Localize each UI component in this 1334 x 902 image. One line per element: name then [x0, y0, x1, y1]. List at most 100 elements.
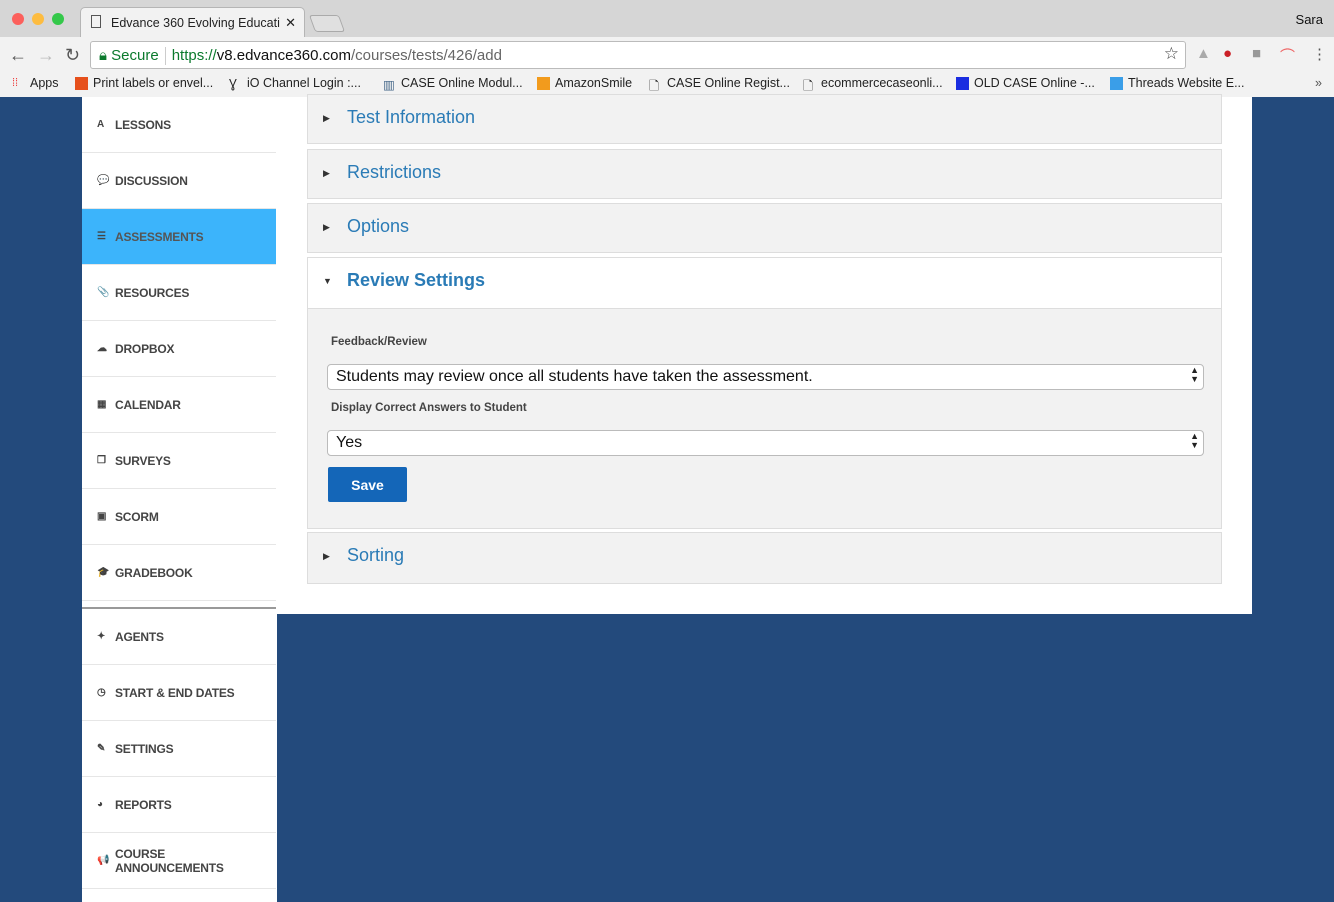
expand-icon: ▶ — [323, 168, 330, 179]
sidebar-icon: 💬 — [97, 175, 115, 186]
bookmark-apps[interactable]: ⁞⁞Apps — [12, 76, 59, 90]
more-bookmarks-icon[interactable]: » — [1315, 76, 1322, 90]
sidebar-item-label: DISCUSSION — [115, 174, 188, 188]
lock-icon: 🔒︎ — [99, 47, 107, 64]
panel-title: Restrictions — [347, 162, 441, 183]
select-arrows-icon: ▲▼ — [1190, 366, 1199, 384]
extension-icon[interactable]: ■ — [1252, 45, 1261, 62]
select-arrows-icon: ▲▼ — [1190, 432, 1199, 450]
sidebar-item-label: AGENTS — [115, 630, 164, 644]
sidebar-item-label: RESOURCES — [115, 286, 189, 300]
browser-chrome: Edvance 360 Evolving Educati ✕ Sara ← → … — [0, 0, 1334, 97]
panel-title: Sorting — [347, 545, 404, 566]
profile-name[interactable]: Sara — [1296, 12, 1323, 27]
sidebar-item-surveys[interactable]: ❐SURVEYS — [82, 433, 276, 489]
browser-tab[interactable]: Edvance 360 Evolving Educati ✕ — [80, 7, 305, 37]
course-sidebar: ALESSONS💬DISCUSSION☰ASSESSMENTS📎RESOURCE… — [82, 97, 277, 902]
sidebar-item-label: LESSONS — [115, 118, 171, 132]
sidebar-icon: 📎 — [97, 287, 115, 298]
expand-icon: ▶ — [323, 551, 330, 562]
sidebar-icon: ✦ — [97, 631, 115, 642]
menu-icon[interactable]: ⋮ — [1312, 45, 1327, 63]
feedback-select[interactable]: Students may review once all students ha… — [327, 364, 1204, 390]
sidebar-icon: 🎓 — [97, 567, 115, 578]
sidebar-item-label: ASSESSMENTS — [115, 230, 204, 244]
panel-test-information[interactable]: ▶Test Information — [307, 94, 1222, 144]
panel-title: Review Settings — [347, 270, 485, 291]
bookmark-item[interactable]: OLD CASE Online -... — [956, 76, 1095, 90]
address-bar[interactable]: 🔒︎ Secure https://v8.edvance360.com/cours… — [90, 41, 1186, 69]
back-icon[interactable]: ← — [9, 45, 27, 66]
close-window-button[interactable] — [12, 13, 24, 25]
sidebar-icon: ❐ — [97, 455, 115, 466]
secure-label: Secure — [111, 47, 159, 64]
sidebar-icon: ☰ — [97, 231, 115, 242]
panel-options[interactable]: ▶ Options — [307, 203, 1222, 253]
sidebar-item-label: DROPBOX — [115, 342, 174, 356]
sidebar-icon: ◷ — [97, 687, 115, 698]
sidebar-icon: A — [97, 119, 115, 130]
maximize-window-button[interactable] — [52, 13, 64, 25]
sidebar-item-resources[interactable]: 📎RESOURCES — [82, 265, 276, 321]
sidebar-item-discussion[interactable]: 💬DISCUSSION — [82, 153, 276, 209]
panel-review-settings[interactable]: ▼Review Settings — [307, 257, 1222, 309]
sidebar-icon: ✎ — [97, 743, 115, 754]
panel-title: Options — [347, 216, 409, 237]
display-answers-select[interactable]: Yes ▲▼ — [327, 430, 1204, 456]
sidebar-item-start-end-dates[interactable]: ◷START & END DATES — [82, 665, 276, 721]
reload-icon[interactable]: ↻ — [65, 45, 80, 66]
display-answers-value: Yes — [336, 434, 362, 451]
bookmark-item[interactable]: 🗋CASE Online Regist... — [649, 76, 790, 90]
sidebar-item-gradebook[interactable]: 🎓GRADEBOOK — [82, 545, 276, 601]
sidebar-item-label: START & END DATES — [115, 686, 235, 700]
minimize-window-button[interactable] — [32, 13, 44, 25]
url-host: v8.edvance360.com — [217, 47, 351, 64]
sidebar-item-agents[interactable]: ✦AGENTS — [82, 609, 276, 665]
sidebar-item-label: CALENDAR — [115, 398, 181, 412]
review-settings-body: Feedback/Review Students may review once… — [307, 309, 1222, 529]
feedback-value: Students may review once all students ha… — [336, 368, 813, 385]
browser-toolbar: ← → ↻ 🔒︎ Secure https://v8.edvance360.com… — [0, 37, 1334, 73]
url-path: /courses/tests/426/add — [351, 47, 502, 64]
close-tab-icon[interactable]: ✕ — [285, 15, 296, 31]
panel-sorting[interactable]: ▶ Sorting — [307, 532, 1222, 584]
sidebar-icon: ◕ — [97, 799, 115, 810]
forward-icon[interactable]: → — [37, 45, 55, 66]
drive-extension-icon[interactable]: ▲ — [1196, 45, 1211, 62]
pinterest-extension-icon[interactable]: ● — [1223, 45, 1232, 62]
sidebar-item-scorm[interactable]: ▣SCORM — [82, 489, 276, 545]
bookmark-item[interactable]: 🗋ecommercecaseonli... — [803, 76, 943, 90]
sidebar-item-label: SETTINGS — [115, 742, 173, 756]
bookmark-star-icon[interactable]: ☆ — [1164, 44, 1179, 64]
sidebar-icon: ▦ — [97, 399, 115, 410]
sidebar-item-lessons[interactable]: ALESSONS — [82, 97, 276, 153]
sidebar-item-settings[interactable]: ✎SETTINGS — [82, 721, 276, 777]
sidebar-item-calendar[interactable]: ▦CALENDAR — [82, 377, 276, 433]
sidebar-icon: ▣ — [97, 511, 115, 522]
sidebar-item-dropbox[interactable]: ☁DROPBOX — [82, 321, 276, 377]
sidebar-item-label: SURVEYS — [115, 454, 171, 468]
sidebar-item-label: COURSE ANNOUNCEMENTS — [115, 847, 276, 875]
display-answers-label: Display Correct Answers to Student — [331, 402, 527, 414]
sidebar-item-reports[interactable]: ◕REPORTS — [82, 777, 276, 833]
url-scheme: https:// — [172, 47, 217, 64]
bookmark-item[interactable]: Print labels or envel... — [75, 76, 213, 90]
expand-icon: ▶ — [323, 222, 330, 233]
main-content: ▶Test Information ▶Restrictions ▶Options… — [277, 97, 1252, 614]
save-button[interactable]: Save — [328, 467, 407, 502]
panel-restrictions[interactable]: ▶ Restrictions — [307, 149, 1222, 199]
sidebar-item-course-announcements[interactable]: 📢COURSE ANNOUNCEMENTS — [82, 833, 276, 889]
bookmark-item[interactable]: AmazonSmile — [537, 76, 632, 90]
sidebar-icon: ☁ — [97, 343, 115, 354]
new-tab-button[interactable] — [309, 15, 345, 32]
panel-title: Test Information — [347, 107, 475, 128]
bookmark-item[interactable]: ▥CASE Online Modul... — [383, 76, 523, 90]
sidebar-item-label: REPORTS — [115, 798, 172, 812]
bookmark-item[interactable]: ƔiO Channel Login :... — [229, 76, 361, 90]
sidebar-item-label: SCORM — [115, 510, 159, 524]
rainbow-extension-icon[interactable]: ⌒ — [1280, 45, 1295, 66]
page-icon — [91, 15, 101, 28]
sidebar-item-assessments[interactable]: ☰ASSESSMENTS — [82, 209, 276, 265]
sidebar-item-label: GRADEBOOK — [115, 566, 193, 580]
bookmark-item[interactable]: Threads Website E... — [1110, 76, 1245, 90]
